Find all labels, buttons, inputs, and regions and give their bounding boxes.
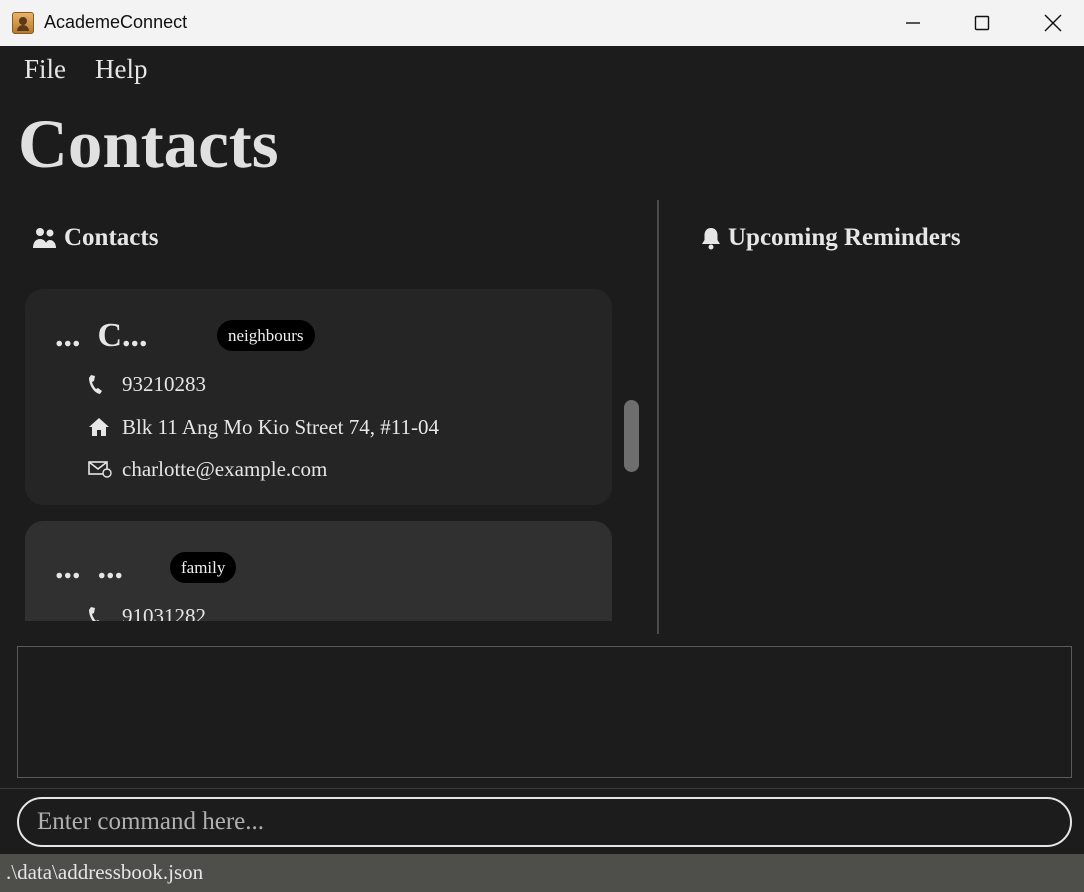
email-icon <box>88 461 112 478</box>
contact-email: charlotte@example.com <box>122 456 328 481</box>
phone-icon <box>89 607 100 621</box>
contact-card[interactable]: ... C... neighbours 93210283 Blk 11 Ang … <box>25 289 612 505</box>
result-display <box>17 646 1072 778</box>
close-icon <box>1044 14 1062 32</box>
contact-card[interactable]: ... ... family 91031282 <box>25 521 612 621</box>
maximize-button[interactable] <box>959 0 1005 46</box>
menu-help[interactable]: Help <box>95 54 147 85</box>
contact-tag: neighbours <box>217 320 315 351</box>
contact-list[interactable]: ... C... neighbours 93210283 Blk 11 Ang … <box>25 289 612 621</box>
reminders-header: Upcoming Reminders <box>700 224 961 252</box>
contact-name: ... C... <box>55 317 148 354</box>
contact-phone: 93210283 <box>122 371 206 396</box>
contact-phone-row: 91031282 <box>88 602 206 621</box>
command-input[interactable] <box>17 797 1072 847</box>
window-title: AcademeConnect <box>44 12 188 32</box>
home-icon <box>89 418 109 436</box>
minimize-button[interactable] <box>890 0 936 46</box>
contacts-header-label: Contacts <box>64 224 159 251</box>
minimize-icon <box>906 22 920 24</box>
contact-address-row: Blk 11 Ang Mo Kio Street 74, #11-04 <box>88 413 439 441</box>
page-title: Contacts <box>18 106 279 182</box>
phone-icon <box>89 375 102 394</box>
menu-file[interactable]: File <box>24 54 66 85</box>
contact-email-row: charlotte@example.com <box>88 455 327 483</box>
contact-tag: family <box>170 552 237 583</box>
contact-name: ... ... <box>55 549 123 586</box>
address-book-icon <box>12 12 34 34</box>
reminders-header-label: Upcoming Reminders <box>728 224 961 251</box>
contact-phone-row: 93210283 <box>88 370 206 398</box>
bell-icon <box>702 228 720 250</box>
save-file-path: .\data\addressbook.json <box>6 860 204 884</box>
title-bar: AcademeConnect <box>0 0 1084 46</box>
status-bar: .\data\addressbook.json <box>0 854 1084 892</box>
contact-list-scrollbar[interactable] <box>624 400 639 472</box>
people-icon <box>33 228 56 248</box>
contact-phone: 91031282 <box>122 603 206 622</box>
menu-bar: File Help <box>0 46 1084 90</box>
contact-address: Blk 11 Ang Mo Kio Street 74, #11-04 <box>122 414 439 439</box>
contacts-header: Contacts <box>32 224 158 252</box>
maximize-icon <box>974 15 990 31</box>
close-button[interactable] <box>1030 0 1076 46</box>
command-area <box>0 788 1084 854</box>
panel-divider[interactable] <box>657 200 659 634</box>
